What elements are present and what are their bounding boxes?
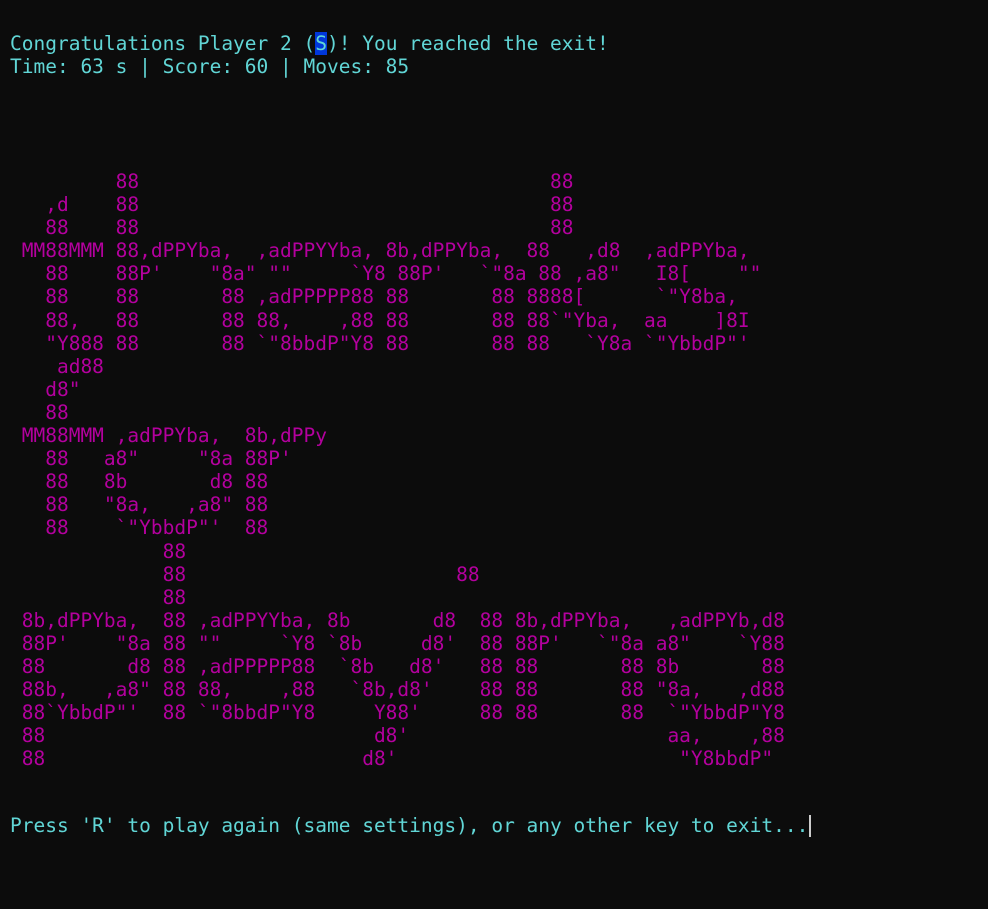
ascii-art-banner: 88 88 ,d 88 88 88 88 88 MM88MMM 88,dPPYb… <box>10 170 785 770</box>
replay-prompt: Press 'R' to play again (same settings),… <box>10 814 812 837</box>
banner-line: 88 <box>10 585 187 609</box>
congratulations-message: Congratulations Player 2 (S)! You reache… <box>10 32 609 55</box>
congrats-text-end: )! You reached the exit! <box>327 32 609 55</box>
banner-line: 88 <box>10 539 187 563</box>
banner-line: 88 <box>10 400 69 424</box>
banner-line: 88 88 88 ,adPPPPP88 88 88 8888[ `"Y8ba, <box>10 285 738 309</box>
banner-line: 88 d8 88 ,adPPPPP88 `8b d8' 88 88 88 8b … <box>10 654 785 678</box>
banner-line: ad88 <box>10 354 104 378</box>
banner-line: 88 88P' "8a" "" `Y8 88P' `"8a 88 ,a8" I8… <box>10 262 762 286</box>
banner-line: 88 `"YbbdP"' 88 <box>10 516 269 540</box>
banner-line: 88P' "8a 88 "" `Y8 `8b d8' 88 88P' `"8a … <box>10 631 785 655</box>
banner-line: 88 8b d8 88 <box>10 470 269 494</box>
banner-line: 88 a8" "8a 88P' <box>10 447 292 471</box>
banner-line: 88 88 88 <box>10 216 574 240</box>
replay-prompt-text: Press 'R' to play again (same settings),… <box>10 814 809 837</box>
banner-line: 88b, ,a8" 88 88, ,88 `8b,d8' 88 88 88 "8… <box>10 678 785 702</box>
text-cursor <box>809 815 812 837</box>
banner-line: 88 88 <box>10 562 480 586</box>
banner-line: 88 d8' aa, ,88 <box>10 724 785 748</box>
banner-line: d8" <box>10 377 81 401</box>
banner-line: 88 d8' "Y8bbdP" <box>10 747 774 771</box>
banner-line: ,d 88 88 <box>10 193 574 217</box>
banner-line: 88 "8a, ,a8" 88 <box>10 493 269 517</box>
player-symbol: S <box>315 32 327 55</box>
banner-line: 88 88 <box>10 170 574 193</box>
congrats-text-start: Congratulations Player 2 ( <box>10 32 316 55</box>
terminal-window[interactable]: Congratulations Player 2 (S)! You reache… <box>0 0 988 909</box>
banner-line: 8b,dPPYba, 88 ,adPPYYba, 8b d8 88 8b,dPP… <box>10 608 785 632</box>
stats-line: Time: 63 s | Score: 60 | Moves: 85 <box>10 55 410 78</box>
banner-line: "Y888 88 88 `"8bbdP"Y8 88 88 88 `Y8a `"Y… <box>10 331 750 355</box>
banner-line: MM88MMM ,adPPYba, 8b,dPPy <box>10 424 327 448</box>
banner-line: 88`YbbdP"' 88 `"8bbdP"Y8 Y88' 88 88 88 `… <box>10 701 785 725</box>
banner-line: MM88MMM 88,dPPYba, ,adPPYYba, 8b,dPPYba,… <box>10 239 750 263</box>
banner-line: 88, 88 88 88, ,88 88 88 88`"Yba, aa ]8I <box>10 308 750 332</box>
